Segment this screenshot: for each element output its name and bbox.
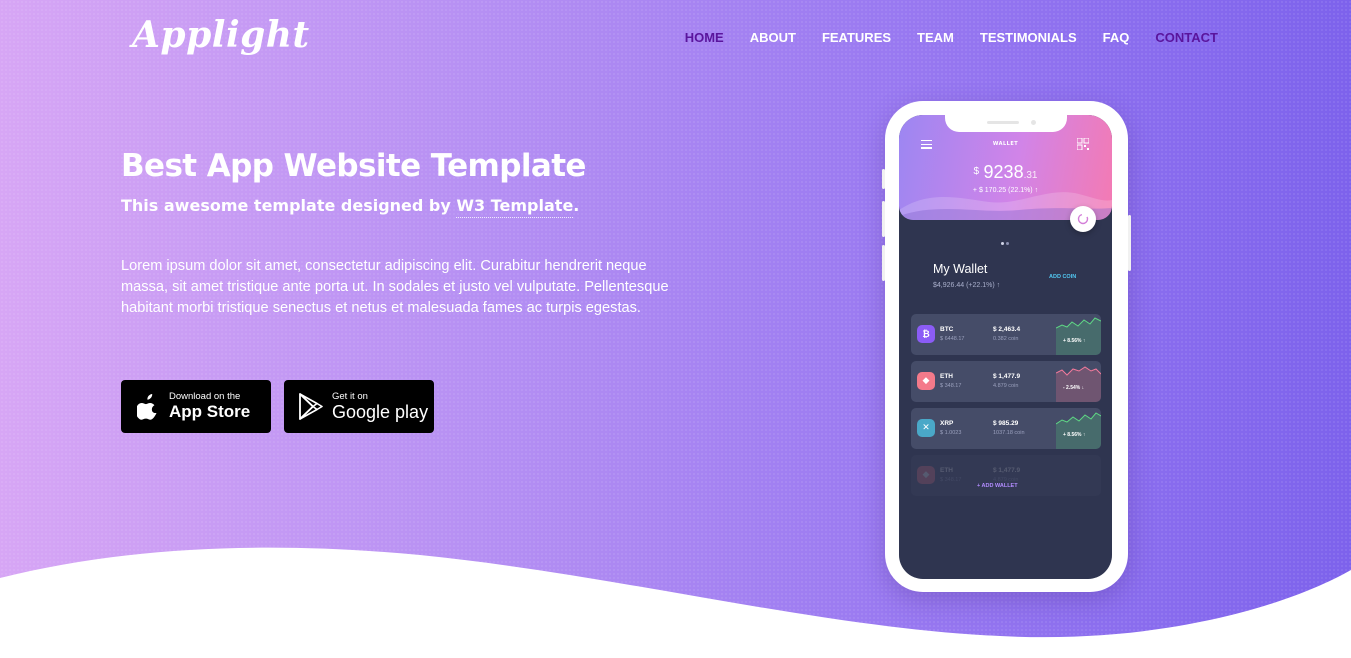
coin-row-btc[interactable]: ₿ BTC $ 6448.17 $ 2,463.4 0.382 coin + 8… bbox=[911, 314, 1101, 355]
logo[interactable]: Applight bbox=[132, 14, 310, 56]
coin-change: + 8.56% ↑ bbox=[1063, 432, 1086, 438]
nav-team[interactable]: TEAM bbox=[917, 30, 954, 46]
nav-contact[interactable]: CONTACT bbox=[1155, 30, 1218, 46]
phone-notch bbox=[945, 115, 1067, 132]
coin-row-eth[interactable]: ◆ ETH $ 348.17 $ 1,477.9 4.879 coin - 2.… bbox=[911, 361, 1101, 402]
coin-price: $ 1.0023 bbox=[940, 430, 962, 436]
hero-subtitle-suffix: . bbox=[573, 196, 580, 215]
coin-price: $ 348.17 bbox=[940, 383, 962, 389]
add-wallet-button[interactable]: + ADD WALLET bbox=[977, 483, 1018, 489]
coin-row-xrp[interactable]: ✕ XRP $ 1.0023 $ 985.29 1037.18 coin + 8… bbox=[911, 408, 1101, 449]
phone-power-button bbox=[1128, 215, 1131, 271]
app-store-button[interactable]: Download on the App Store bbox=[121, 380, 271, 433]
add-coin-button[interactable]: ADD COIN bbox=[1049, 274, 1076, 280]
phone-mockup: WALLET $ 9238.31 + $ 170.25 (22.1%) ↑ My… bbox=[882, 101, 1131, 592]
ethereum-icon: ◆ bbox=[917, 372, 935, 390]
app-store-small-text: Download on the bbox=[169, 391, 241, 402]
google-play-big-text: Google play bbox=[332, 402, 429, 422]
balance-whole: 9238 bbox=[983, 162, 1024, 182]
hero-wave-divider bbox=[0, 547, 1351, 658]
coin-value: $ 985.29 bbox=[993, 420, 1019, 427]
hero-section bbox=[0, 0, 1351, 658]
phone-screen: WALLET $ 9238.31 + $ 170.25 (22.1%) ↑ My… bbox=[899, 115, 1112, 579]
hero-description: Lorem ipsum dolor sit amet, consectetur … bbox=[121, 258, 669, 316]
google-play-icon bbox=[298, 392, 324, 422]
page-indicator bbox=[1001, 242, 1009, 245]
sparkline-chart bbox=[1056, 317, 1101, 355]
coin-amount: 1037.18 coin bbox=[993, 430, 1025, 436]
main-nav: HOME ABOUT FEATURES TEAM TESTIMONIALS FA… bbox=[685, 30, 1218, 46]
nav-faq[interactable]: FAQ bbox=[1103, 30, 1130, 46]
coin-symbol: XRP bbox=[940, 420, 954, 427]
phone-volume-down-button bbox=[882, 245, 885, 281]
coin-value: $ 1,477.9 bbox=[993, 373, 1021, 380]
coin-symbol: ETH bbox=[940, 373, 953, 380]
coin-amount: 4.879 coin bbox=[993, 383, 1019, 389]
coin-price: $ 6448.17 bbox=[940, 336, 965, 342]
coin-change: - 2.54% ↓ bbox=[1063, 385, 1085, 391]
bitcoin-icon: ₿ bbox=[917, 325, 935, 343]
my-wallet-title: My Wallet bbox=[933, 262, 988, 276]
coin-row-eth-faded: ◆ ETH $ 348.17 $ 1,477.9 4.879 coin bbox=[911, 455, 1101, 496]
hero-title: Best App Website Template bbox=[121, 148, 586, 184]
ethereum-icon: ◆ bbox=[917, 466, 935, 484]
phone-side-button bbox=[882, 169, 885, 189]
coin-change: + 8.56% ↑ bbox=[1063, 338, 1086, 344]
hero-subtitle: This awesome template designed by W3 Tem… bbox=[121, 196, 580, 218]
nav-home[interactable]: HOME bbox=[685, 30, 724, 46]
designer-link[interactable]: W3 Template bbox=[456, 196, 574, 218]
google-play-button[interactable]: Get it on Google play bbox=[284, 380, 434, 433]
google-play-small-text: Get it on bbox=[332, 391, 368, 402]
coin-value: $ 1,477.9 bbox=[993, 467, 1021, 474]
sparkline-chart bbox=[1056, 412, 1101, 449]
sparkline-chart bbox=[1056, 366, 1101, 402]
hero-subtitle-prefix: This awesome template designed by bbox=[121, 196, 457, 215]
my-wallet-subtitle: $4,926.44 (+22.1%) ↑ bbox=[933, 282, 1001, 289]
qr-code-icon bbox=[1077, 138, 1089, 150]
coin-value: $ 2,463.4 bbox=[993, 326, 1021, 333]
nav-about[interactable]: ABOUT bbox=[750, 30, 796, 46]
coin-price: $ 348.17 bbox=[940, 477, 962, 483]
coin-symbol: ETH bbox=[940, 467, 953, 474]
refresh-icon bbox=[1077, 213, 1089, 225]
nav-testimonials[interactable]: TESTIMONIALS bbox=[980, 30, 1077, 46]
refresh-button[interactable] bbox=[1070, 206, 1096, 232]
ripple-icon: ✕ bbox=[917, 419, 935, 437]
app-store-big-text: App Store bbox=[169, 402, 251, 421]
nav-features[interactable]: FEATURES bbox=[822, 30, 891, 46]
apple-icon bbox=[135, 392, 161, 422]
coin-amount: 0.382 coin bbox=[993, 336, 1019, 342]
coin-symbol: BTC bbox=[940, 326, 954, 333]
phone-volume-up-button bbox=[882, 201, 885, 237]
balance-currency: $ bbox=[973, 166, 980, 177]
